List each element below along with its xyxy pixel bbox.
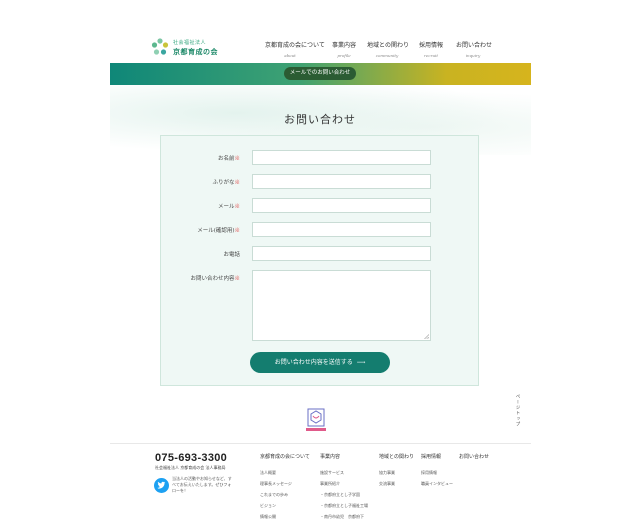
nav-inquiry-label: お問い合わせ xyxy=(456,42,493,49)
footer-col-profile: 事業内容 施設サービス 事業所紹介 ・京都府立とし子学園 ・京都府立とし子福祉工… xyxy=(320,453,368,520)
email-confirm-input[interactable] xyxy=(252,222,431,237)
nav-community-label: 地域との関わり xyxy=(367,42,409,49)
footer-phone[interactable]: 075-693-3300 xyxy=(155,452,227,464)
footer-col-community-head[interactable]: 地域との関わり xyxy=(379,453,414,460)
logo-subtitle: 社会福祉法人 xyxy=(173,40,207,46)
footer-link[interactable]: これまでの歩み xyxy=(260,492,310,498)
nav-recruit[interactable]: 採用情報 recruit xyxy=(418,40,444,58)
twitter-description: 当法人の活動やお知らせなど、すべてお伝えいたします。ぜひフォローを！ xyxy=(172,476,232,493)
phone-label: お電話 xyxy=(223,252,240,258)
nav-profile-label: 事業内容 xyxy=(331,42,356,49)
footer-link[interactable]: ビジョン xyxy=(260,503,310,509)
nav-profile[interactable]: 事業内容 profile xyxy=(330,40,358,58)
submit-label: お問い合わせ内容を送信する xyxy=(274,359,353,366)
twitter-icon[interactable] xyxy=(154,478,169,493)
name-label: お名前※ xyxy=(217,156,240,162)
page-title: お問い合わせ xyxy=(284,113,356,126)
footer-col-profile-head[interactable]: 事業内容 xyxy=(320,453,368,460)
name-input[interactable] xyxy=(252,150,431,165)
certification-badge-icon xyxy=(306,408,326,431)
submit-button[interactable]: お問い合わせ内容を送信する ⟶ xyxy=(250,352,390,373)
email-input[interactable] xyxy=(252,198,431,213)
nav-community-sublabel: community xyxy=(375,53,399,58)
footer-link[interactable]: 法人概要 xyxy=(260,470,310,476)
footer-link[interactable]: 職員インタビュー xyxy=(421,481,453,487)
message-textarea[interactable] xyxy=(252,270,431,341)
footer-link[interactable]: ・南丹市幼児 京都府下 xyxy=(320,514,368,520)
logo-title: 京都育成の会 xyxy=(173,47,218,56)
footer-col-recruit: 採用情報 採用情報 職員インタビュー xyxy=(421,453,453,487)
nav-inquiry-sublabel: inquiry xyxy=(465,53,481,58)
footer-office: 社会福祉法人 京都育成の会 法人事務局 xyxy=(155,465,226,470)
footer-col-recruit-head[interactable]: 採用情報 xyxy=(421,453,453,460)
site-logo[interactable]: 社会福祉法人 京都育成の会 xyxy=(150,37,242,59)
mail-inquiry-button[interactable]: メールでのお問い合わせ xyxy=(284,67,356,80)
nav-recruit-sublabel: recruit xyxy=(424,53,438,58)
logo-flower-icon xyxy=(151,38,169,55)
nav-about[interactable]: 京都育成の会について about xyxy=(265,40,325,58)
nav-community[interactable]: 地域との関わり community xyxy=(367,40,409,58)
footer-link[interactable]: ・京都府立とし子福祉工場 xyxy=(320,503,368,509)
nav-recruit-label: 採用情報 xyxy=(418,42,443,49)
footer-link[interactable]: 情報公開 xyxy=(260,514,310,520)
nav-inquiry[interactable]: お問い合わせ inquiry xyxy=(456,40,493,58)
nav-profile-sublabel: profile xyxy=(337,53,351,58)
nav-about-sublabel: about xyxy=(284,53,296,58)
nav-about-label: 京都育成の会について xyxy=(265,42,325,49)
footer-link[interactable]: 協力事業 xyxy=(379,470,414,476)
message-label: お問い合わせ内容※ xyxy=(190,276,240,282)
email-confirm-label: メール(確認用)※ xyxy=(197,228,240,234)
resize-handle-icon[interactable] xyxy=(424,334,429,339)
phone-input[interactable] xyxy=(252,246,431,261)
footer-col-inquiry-head[interactable]: お問い合わせ xyxy=(459,453,489,460)
page-top-link[interactable]: ページトップ xyxy=(510,394,520,427)
footer-link[interactable]: 交流事業 xyxy=(379,481,414,487)
footer-col-community: 地域との関わり 協力事業 交流事業 xyxy=(379,453,414,487)
footer-col-about: 京都育成の会について 法人概要 理事長メッセージ これまでの歩み ビジョン 情報… xyxy=(260,453,310,520)
footer-link[interactable]: 事業所紹介 xyxy=(320,481,368,487)
footer-col-about-head[interactable]: 京都育成の会について xyxy=(260,453,310,460)
footer-link[interactable]: ・京都府立とし子学園 xyxy=(320,492,368,498)
furigana-label: ふりがな※ xyxy=(212,180,240,186)
furigana-input[interactable] xyxy=(252,174,431,189)
email-label: メール※ xyxy=(217,204,240,210)
arrow-right-icon: ⟶ xyxy=(356,359,366,366)
footer-divider xyxy=(110,443,531,444)
footer-col-inquiry: お問い合わせ xyxy=(459,453,489,460)
footer-link[interactable]: 施設サービス xyxy=(320,470,368,476)
footer-link[interactable]: 理事長メッセージ xyxy=(260,481,310,487)
footer-link[interactable]: 採用情報 xyxy=(421,470,453,476)
